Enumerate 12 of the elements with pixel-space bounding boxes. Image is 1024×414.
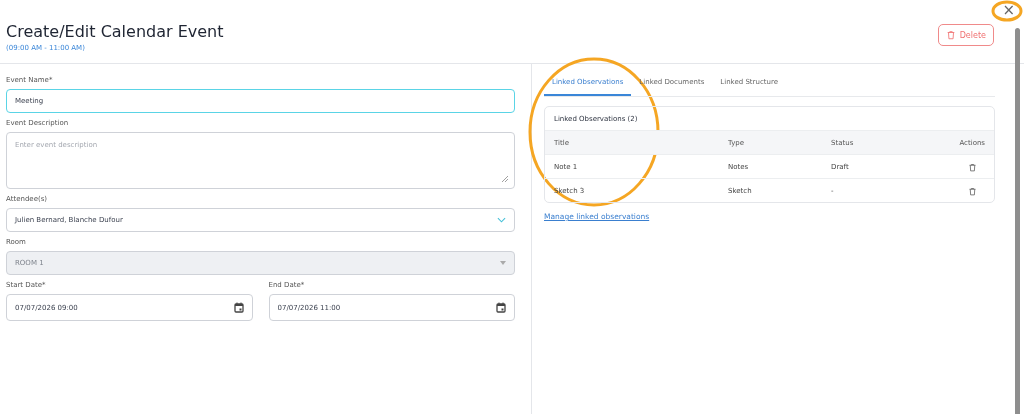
scrollbar[interactable] (1015, 28, 1020, 414)
dialog-title: Create/Edit Calendar Event (6, 22, 224, 41)
highlight-ellipse (991, 0, 1023, 22)
trash-icon (945, 30, 956, 40)
close-button[interactable]: × (1002, 2, 1015, 18)
calendar-icon (233, 302, 244, 313)
trash-icon (968, 187, 977, 196)
trash-icon (968, 163, 977, 172)
caret-down-icon (500, 261, 506, 265)
resize-handle-icon[interactable] (502, 176, 508, 182)
calendar-icon (496, 302, 506, 313)
chevron-down-icon (497, 217, 506, 223)
